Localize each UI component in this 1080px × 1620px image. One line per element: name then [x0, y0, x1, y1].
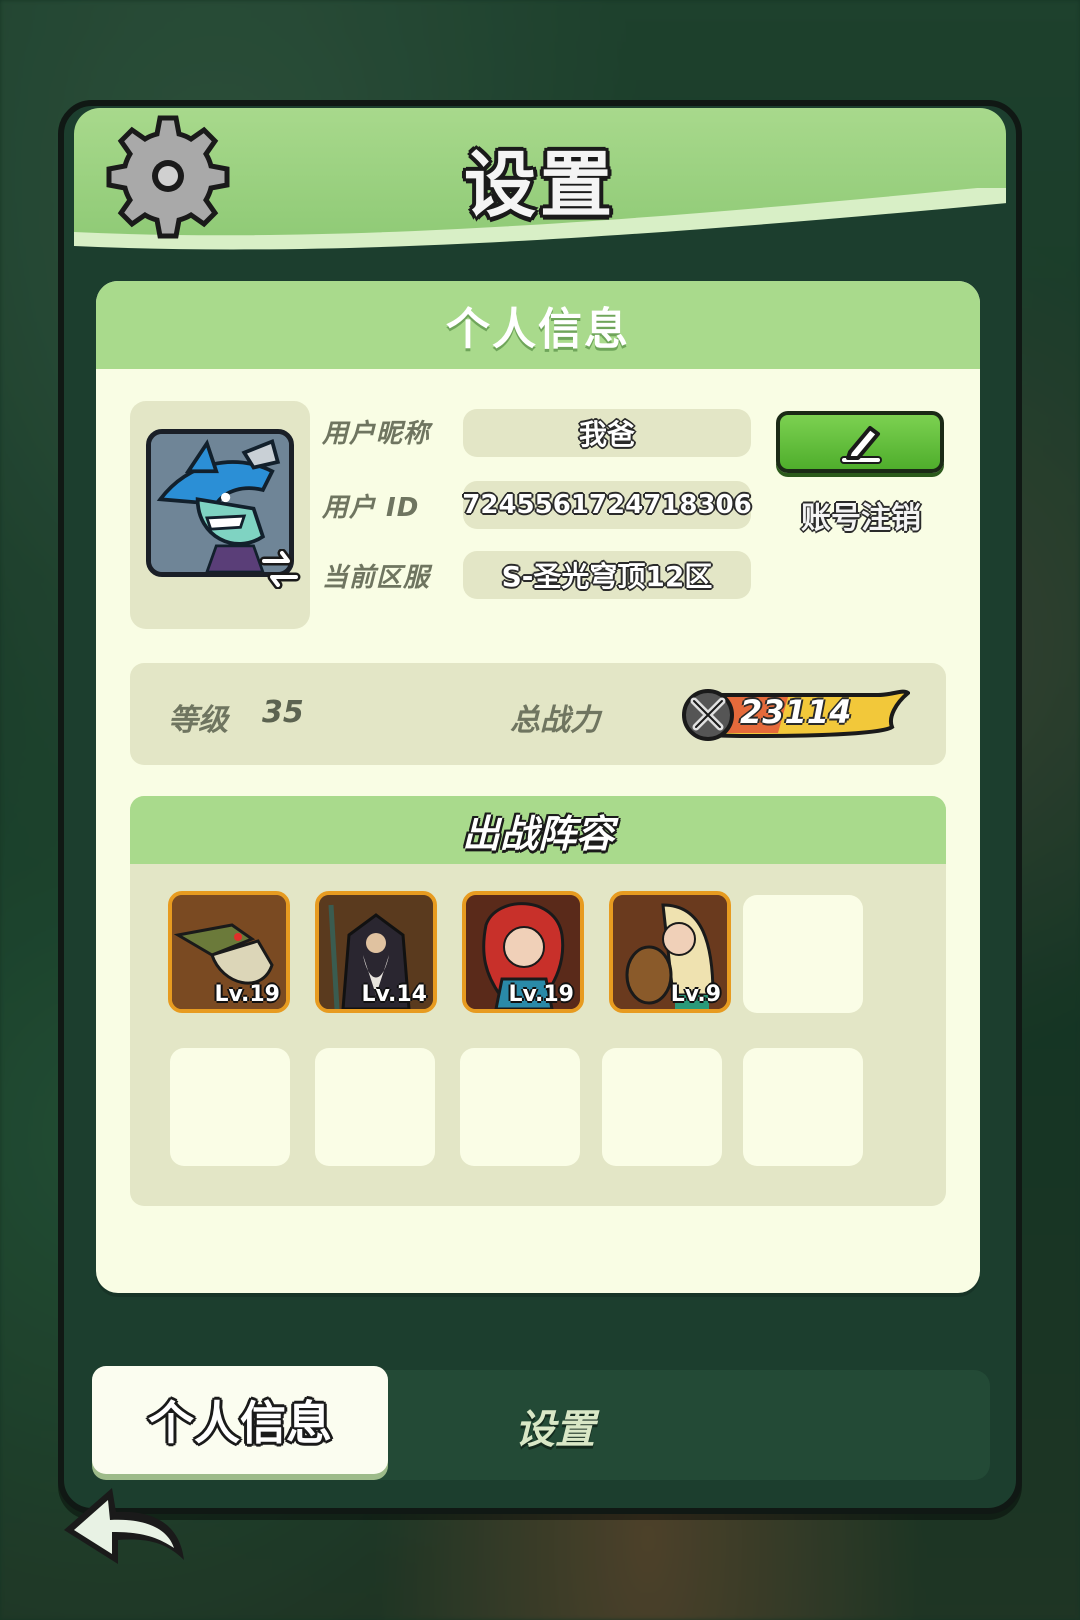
power-label: 总战力 [510, 703, 600, 738]
hero-level: Lv.19 [508, 982, 574, 1007]
hero-level: Lv.9 [670, 982, 721, 1007]
avatar-box [130, 401, 310, 629]
level-label: 等级 [168, 703, 228, 738]
server-label: 当前区服 [322, 563, 431, 593]
pencil-icon [840, 426, 882, 464]
hero-level: Lv.19 [214, 982, 280, 1007]
account-cancel-link[interactable]: 账号注销 [786, 493, 936, 537]
lineup-header: 出战阵容 [130, 796, 946, 864]
tab-personal-info-label: 个人信息 [148, 1396, 332, 1450]
card-title: 个人信息 [446, 304, 630, 355]
user-id-field: 7245561724718306 [462, 481, 752, 529]
lineup-panel: 出战阵容 Lv.19 Lv.14 Lv.19 Lv.9 [130, 796, 946, 1206]
lineup-title: 出战阵容 [461, 811, 614, 856]
user-id-label: 用户 ID [322, 493, 420, 523]
level-value: 35 [262, 695, 304, 730]
hero-slot-2[interactable]: Lv.14 [315, 891, 437, 1013]
card-header: 个人信息 [96, 281, 980, 369]
empty-hero-slot[interactable] [743, 895, 863, 1013]
power-value: 23114 [740, 693, 852, 731]
empty-hero-slot[interactable] [602, 1048, 722, 1166]
swap-icon[interactable] [258, 549, 302, 589]
profile-card: 个人信息 用户昵称 我爸 用户 ID 7245561724718306 账号注销… [96, 281, 980, 1293]
tab-settings-label: 设置 [515, 1407, 595, 1453]
hero-slot-3[interactable]: Lv.19 [462, 891, 584, 1013]
dialog-header: 设置 [74, 108, 1006, 258]
server-field: S-圣光穹顶12区 [463, 551, 751, 599]
hero-slot-1[interactable]: Lv.19 [168, 891, 290, 1013]
nickname-field: 我爸 [463, 409, 751, 457]
tab-settings[interactable]: 设置 [470, 1396, 640, 1456]
empty-hero-slot[interactable] [315, 1048, 435, 1166]
empty-hero-slot[interactable] [743, 1048, 863, 1166]
empty-hero-slot[interactable] [460, 1048, 580, 1166]
tab-personal-info[interactable]: 个人信息 [92, 1366, 388, 1474]
dialog-title: 设置 [463, 143, 616, 227]
edit-nickname-button[interactable] [776, 411, 944, 473]
stats-bar: 等级 35 总战力 23114 [130, 663, 946, 765]
empty-hero-slot[interactable] [170, 1048, 290, 1166]
hero-slot-4[interactable]: Lv.9 [609, 891, 731, 1013]
back-arrow-icon[interactable] [56, 1460, 192, 1570]
nickname-label: 用户昵称 [322, 419, 431, 449]
hero-level: Lv.14 [361, 982, 427, 1007]
